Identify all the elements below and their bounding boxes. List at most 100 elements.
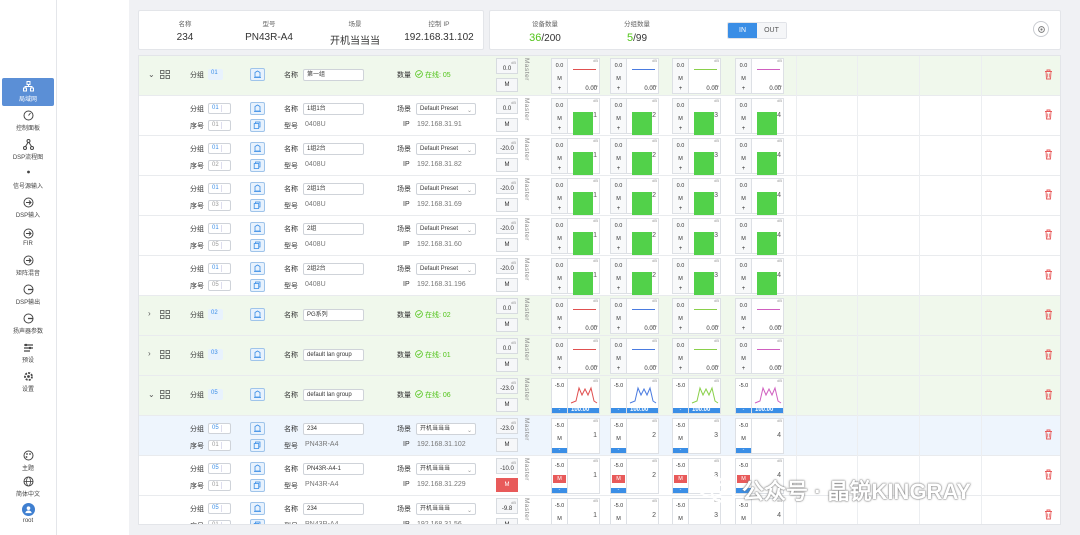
channel-level-value[interactable]: 0.0 — [673, 343, 688, 349]
device-row[interactable]: 分组 01 序号 03 名称 2组1台 型号 0408U 场景 Default Preset ⌄ IP… — [139, 176, 1060, 216]
channel-mute-button[interactable]: M — [553, 315, 566, 323]
group-select[interactable]: 05 — [208, 423, 231, 434]
seq-select[interactable]: 03 — [208, 200, 231, 211]
scene-select[interactable]: 开机当当当 ⌄ — [416, 423, 476, 435]
channel-level-value[interactable]: 0.0 — [673, 143, 688, 149]
master-mute-button[interactable]: M — [496, 278, 518, 292]
channel-plus-button[interactable]: + — [552, 286, 567, 292]
seq-select[interactable]: 01 — [208, 120, 231, 131]
channel-mute-button[interactable]: M — [737, 115, 750, 123]
channel-mute-button[interactable]: M — [612, 475, 625, 483]
master-mute-button[interactable]: M — [496, 438, 518, 452]
out-button[interactable]: OUT — [757, 23, 786, 38]
channel-mute-button[interactable]: M — [553, 435, 566, 443]
nav-item-8[interactable]: 扬声器参数 — [2, 310, 54, 338]
nav-item-7[interactable]: DSP输出 — [2, 281, 54, 309]
channel-mute-button[interactable]: M — [737, 435, 750, 443]
channel-level-value[interactable]: 0.0 — [611, 183, 626, 189]
master-level[interactable]: dB -20.0 — [496, 258, 518, 274]
nav-item-0[interactable]: 局域网 — [2, 78, 54, 106]
channel-level-value[interactable]: 0.0 — [611, 223, 626, 229]
master-level[interactable]: dB -9.8 — [496, 498, 518, 514]
device-icon-button[interactable] — [250, 182, 265, 195]
seq-select[interactable]: 05 — [208, 280, 231, 291]
channel-plus-button[interactable]: + — [611, 86, 626, 92]
master-mute-button[interactable]: M — [496, 158, 518, 172]
channel-level-value[interactable]: 0.0 — [673, 223, 688, 229]
channel-plus-button[interactable]: + — [611, 166, 626, 172]
channel-level-value[interactable]: -5.0 — [611, 503, 626, 509]
channel-plus-button[interactable]: + — [673, 246, 688, 252]
channel-level-value[interactable]: -5.0 — [673, 503, 688, 509]
channel-level-value[interactable]: 0.0 — [552, 223, 567, 229]
device-row[interactable]: 分组 01 序号 02 名称 1组2台 型号 0408U 场景 Default Preset ⌄ IP… — [139, 136, 1060, 176]
channel-mute-button[interactable]: M — [674, 195, 687, 203]
channel-level-value[interactable]: -5.0 — [611, 463, 626, 469]
nav-bottom-item-1[interactable]: 简体中文 — [2, 473, 54, 501]
channel-minus-button[interactable]: - — [736, 448, 751, 453]
scene-select[interactable]: Default Preset ⌄ — [416, 223, 476, 235]
master-level[interactable]: dB -20.0 — [496, 218, 518, 234]
master-level[interactable]: dB -20.0 — [496, 138, 518, 154]
seq-select[interactable]: 02 — [208, 160, 231, 171]
device-icon-button[interactable] — [250, 422, 265, 435]
channel-plus-button[interactable]: + — [552, 86, 567, 92]
channel-mute-button[interactable]: M — [612, 515, 625, 523]
channel-level-value[interactable]: -5.0 — [673, 463, 688, 469]
channel-mute-button[interactable]: M — [737, 515, 750, 523]
master-level[interactable]: dB 0.0 — [496, 98, 518, 114]
channel-level-value[interactable]: 0.0 — [611, 103, 626, 109]
channel-level-value[interactable]: -5.0 — [552, 503, 567, 509]
channel-level-value[interactable]: 0.0 — [673, 183, 688, 189]
group-row[interactable]: ⌄ 分组 01 名称 第一组 数量 在线: 05 dB 0.0 M Master 0.0 M + dB ms 0… — [139, 56, 1060, 96]
trash-icon[interactable] — [1044, 389, 1053, 400]
channel-mute-button[interactable]: M — [737, 315, 750, 323]
copy-button[interactable] — [250, 439, 265, 452]
copy-button[interactable] — [250, 479, 265, 492]
scene-select[interactable]: Default Preset ⌄ — [416, 263, 476, 275]
copy-button[interactable] — [250, 239, 265, 252]
channel-plus-button[interactable]: + — [673, 366, 688, 372]
channel-mute-button[interactable]: M — [553, 515, 566, 523]
channel-plus-button[interactable]: + — [673, 166, 688, 172]
scene-select[interactable]: 开机当当当 ⌄ — [416, 503, 476, 515]
channel-minus-button[interactable]: - — [552, 448, 567, 453]
group-select[interactable]: 01 — [208, 223, 231, 234]
nav-item-4[interactable]: DSP输入 — [2, 194, 54, 222]
device-icon-button[interactable] — [250, 102, 265, 115]
channel-level-value[interactable]: 0.0 — [552, 143, 567, 149]
channel-level-value[interactable]: 0.0 — [736, 223, 751, 229]
master-level[interactable]: dB -10.0 — [496, 458, 518, 474]
seq-select[interactable]: 05 — [208, 240, 231, 251]
channel-plus-button[interactable]: + — [611, 126, 626, 132]
channel-plus-button[interactable]: + — [736, 206, 751, 212]
channel-level-value[interactable]: -5.0 — [552, 423, 567, 429]
channel-mute-button[interactable]: M — [612, 435, 625, 443]
channel-plus-button[interactable]: + — [673, 86, 688, 92]
group-name-input[interactable]: default lan group — [303, 349, 364, 361]
device-icon-button[interactable] — [250, 222, 265, 235]
copy-button[interactable] — [250, 519, 265, 524]
nav-item-6[interactable]: 矩阵混音 — [2, 252, 54, 280]
channel-plus-button[interactable]: + — [673, 286, 688, 292]
channel-plus-button[interactable]: + — [736, 326, 751, 332]
channel-plus-button[interactable]: + — [552, 206, 567, 212]
channel-level-value[interactable]: 0.0 — [611, 63, 626, 69]
channel-plus-button[interactable]: + — [552, 366, 567, 372]
channel-mute-button[interactable]: M — [674, 235, 687, 243]
channel-plus-button[interactable]: + — [552, 246, 567, 252]
channel-plus-button[interactable]: + — [673, 206, 688, 212]
channel-mute-button[interactable]: M — [612, 115, 625, 123]
channel-mute-button[interactable]: M — [553, 115, 566, 123]
channel-level-value[interactable]: 0.0 — [611, 303, 626, 309]
channel-minus-button[interactable]: - — [611, 448, 626, 453]
channel-mute-button[interactable]: M — [612, 235, 625, 243]
device-icon-button[interactable] — [250, 348, 265, 361]
group-name-input[interactable]: PG系列 — [303, 309, 364, 321]
group-select[interactable]: 05 — [208, 463, 231, 474]
scene-select[interactable]: Default Preset ⌄ — [416, 103, 476, 115]
trash-icon[interactable] — [1044, 269, 1053, 280]
channel-mute-button[interactable]: M — [674, 275, 687, 283]
chevron-right-icon[interactable]: › — [148, 309, 151, 318]
channel-plus-button[interactable]: + — [611, 286, 626, 292]
